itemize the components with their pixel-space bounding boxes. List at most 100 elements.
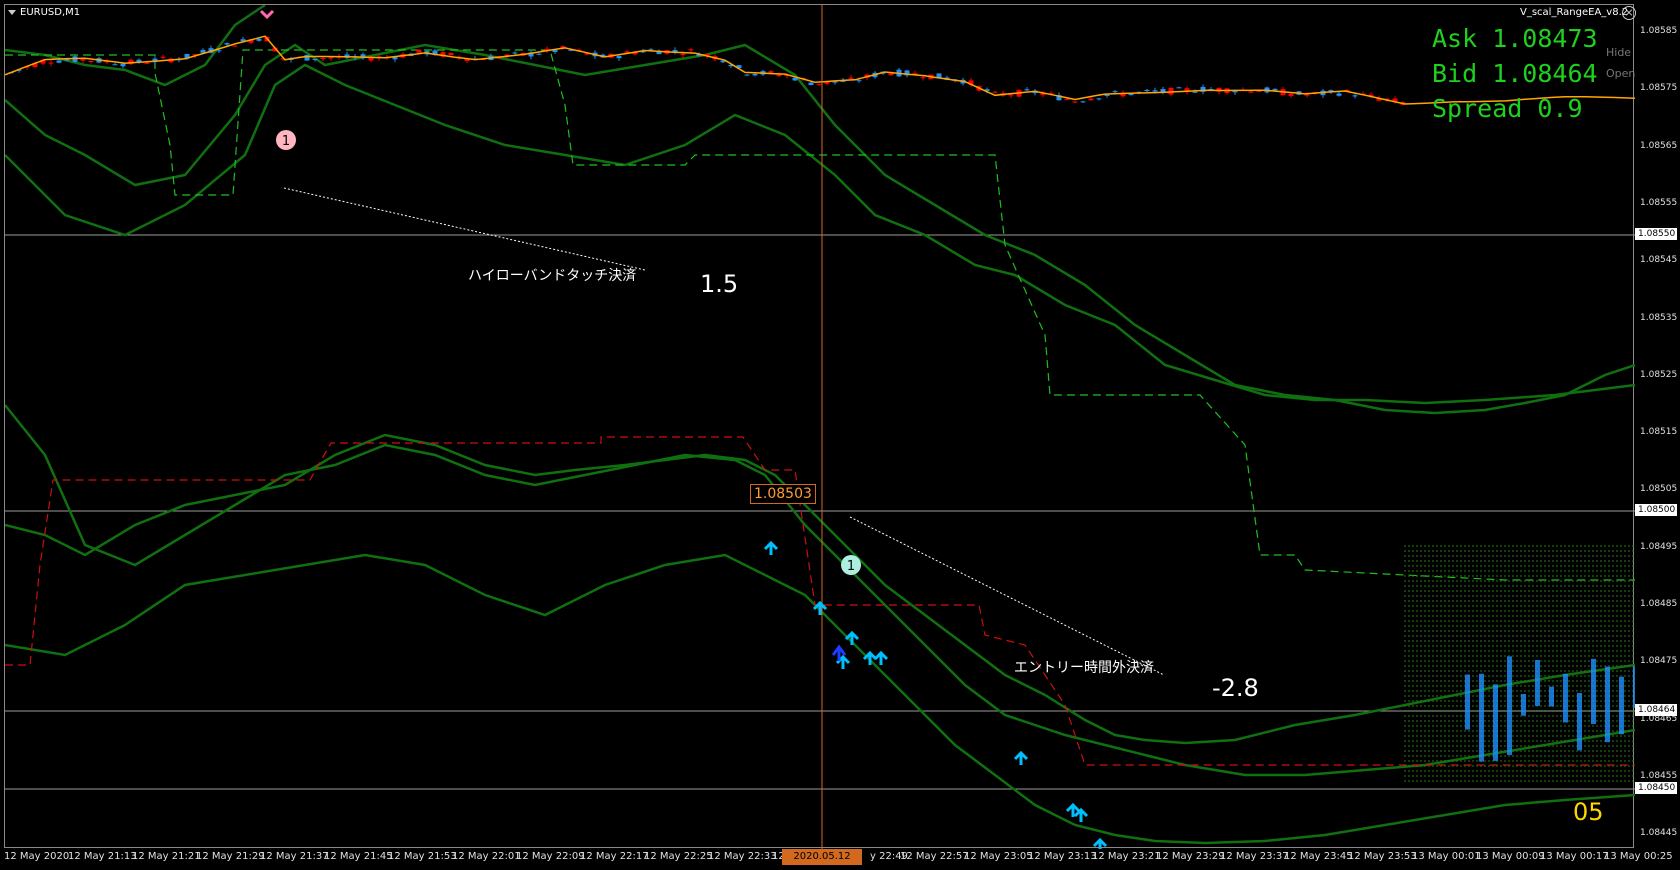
candle-body: [320, 58, 326, 60]
time-axis-label: 12 May 21:53: [388, 851, 457, 862]
projection-candle: [1465, 674, 1470, 730]
candle-body: [64, 59, 70, 61]
trade1-marker-label: 1: [282, 134, 290, 149]
spread-readout: Spread 0.9: [1432, 94, 1583, 123]
projection-candle: [1563, 673, 1568, 723]
candle-body: [856, 80, 862, 82]
time-axis-label: 12 May 21:29: [196, 851, 265, 862]
price-axis-label: 1.08545: [1640, 255, 1678, 266]
remove-ea-icon[interactable]: [1622, 6, 1636, 20]
candle-body: [216, 50, 222, 52]
chart-area[interactable]: 11: [4, 4, 1635, 849]
buy-signal-arrow-icon: [1092, 837, 1108, 849]
trade2-marker-label: 1: [847, 559, 855, 574]
candle-body: [688, 49, 694, 51]
candle-body: [1104, 94, 1110, 96]
candle-body: [160, 56, 166, 58]
candle-body: [256, 38, 262, 41]
time-axis-label: 12 May 22:57: [900, 851, 969, 862]
price-axis-label: 1.08555: [1640, 197, 1678, 208]
price-axis-label: 1.08565: [1640, 140, 1678, 151]
candle-body: [328, 57, 334, 59]
candle-body: [88, 60, 94, 62]
bollinger-band-line: [5, 63, 1635, 405]
corner-counter: 05: [1573, 798, 1604, 826]
candle-body: [816, 83, 822, 85]
price-axis-label: 1.08455: [1640, 770, 1678, 781]
candle-body: [1232, 91, 1238, 93]
price-chart[interactable]: 11: [5, 5, 1635, 849]
ask-readout: Ask 1.08473: [1432, 24, 1598, 53]
exit1-annotation: ハイローバンドタッチ決済: [468, 268, 637, 284]
candle-body: [1144, 89, 1150, 92]
candle-body: [1088, 98, 1094, 101]
price-level-box: 1.08550: [1635, 228, 1677, 240]
projection-candle: [1605, 666, 1610, 743]
bollinger-band-line: [5, 553, 1635, 845]
price-axis-label: 1.08475: [1640, 656, 1678, 667]
candle-body: [1352, 95, 1358, 97]
sell-signal-arrow-icon: [259, 9, 275, 20]
time-axis-label: 12 May 23:13: [1028, 851, 1097, 862]
time-axis-label: 12 May 2020: [4, 851, 70, 862]
high-channel-line: [5, 49, 1635, 581]
time-axis-label: 12 May 22:17: [580, 851, 649, 862]
projection-candle: [1549, 686, 1554, 707]
price-axis-label: 1.08525: [1640, 369, 1678, 380]
candle-body: [1192, 91, 1198, 93]
candle-body: [232, 45, 238, 47]
buy-signal-arrow-icon: [763, 540, 779, 555]
time-axis-label: 12 May 22:25: [644, 851, 713, 862]
candle-body: [1256, 90, 1262, 92]
time-axis-label: 12 May 22:09: [516, 851, 585, 862]
candle-body: [776, 74, 782, 77]
bid-readout: Bid 1.08464: [1432, 59, 1598, 88]
price-level-box: 1.08450: [1635, 782, 1677, 794]
time-axis-label: 12 May 21:37: [260, 851, 329, 862]
projection-candle: [1479, 673, 1484, 762]
candle-body: [448, 52, 454, 56]
price-axis-label: 1.08585: [1640, 26, 1678, 36]
price-axis-label: 1.08495: [1640, 541, 1678, 552]
price-level-box: 1.08464: [1635, 704, 1677, 716]
projection-candle: [1493, 684, 1498, 761]
trade1-line: [283, 187, 646, 271]
time-axis-label: 12 May 23:53: [1348, 851, 1417, 862]
hide-button[interactable]: Hide: [1606, 46, 1631, 59]
candle-body: [832, 81, 838, 83]
candle-body: [792, 77, 798, 81]
candle-body: [1176, 87, 1182, 89]
candle-body: [120, 63, 126, 67]
candle-body: [1072, 101, 1078, 103]
candle-body: [1064, 99, 1070, 101]
open-button[interactable]: Open: [1606, 67, 1635, 80]
candle-body: [48, 62, 54, 64]
candle-body: [1152, 90, 1158, 92]
moving-average-line: [5, 35, 1635, 105]
collapse-arrow-icon[interactable]: [8, 10, 16, 15]
candle-body: [808, 82, 814, 86]
candle-body: [1096, 98, 1102, 100]
exit2-pips: -2.8: [1212, 674, 1259, 702]
candle-body: [512, 52, 518, 54]
time-axis-label: 13 May 00:09: [1476, 851, 1545, 862]
candle-body: [680, 53, 686, 55]
time-axis-label: 13 May 00:25: [1604, 851, 1673, 862]
exit2-annotation: エントリー時間外決済: [1014, 660, 1154, 676]
ea-name-label: V_scal_RangeEA_v8.2: [1520, 7, 1629, 18]
candle-body: [368, 58, 374, 61]
bollinger-band-line: [5, 433, 1635, 745]
candle-body: [144, 62, 150, 64]
time-axis-label: 12 May 22:01: [452, 851, 521, 862]
candle-body: [616, 56, 622, 59]
buy-signal-arrow-icon: [873, 650, 889, 665]
candle-body: [1336, 93, 1342, 96]
candle-body: [416, 49, 422, 53]
price-axis-label: 1.08485: [1640, 599, 1678, 609]
candle-body: [992, 91, 998, 93]
price-axis-label: 1.08515: [1640, 427, 1678, 438]
projection-candle: [1633, 666, 1635, 708]
price-axis-label: 1.08505: [1640, 484, 1678, 495]
time-axis-label: 12 May 23:05: [964, 851, 1033, 862]
time-axis-label: 12 May 21:45: [324, 851, 393, 862]
